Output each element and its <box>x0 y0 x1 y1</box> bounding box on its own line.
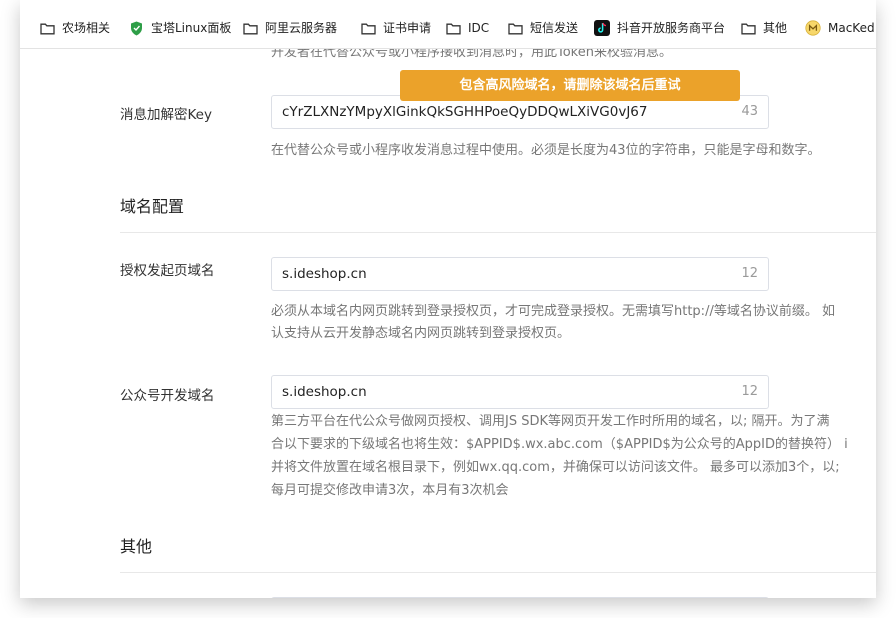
bookmark-idc[interactable]: IDC <box>445 18 489 38</box>
bookmark-sms[interactable]: 短信发送 <box>507 18 578 38</box>
domain-section-title: 域名配置 <box>120 197 185 216</box>
bookmark-label: IDC <box>468 21 490 35</box>
shield-icon <box>128 20 144 36</box>
macked-icon <box>805 20 821 36</box>
error-toast: 包含高风险域名，请删除该域名后重试 <box>400 70 740 101</box>
section-divider <box>120 572 876 573</box>
char-count: 43 <box>741 104 758 119</box>
aes-key-description: 在代替公众号或小程序收发消息过程中使用。必须是长度为43位的字符串，只能是字母和… <box>271 143 821 158</box>
tiktok-icon <box>594 20 610 36</box>
bookmark-label: 抖音开放服务商平台 <box>617 21 726 35</box>
bookmark-douyin[interactable]: 抖音开放服务商平台 <box>594 18 725 38</box>
next-input-partial[interactable] <box>271 597 769 598</box>
bookmark-macked[interactable]: MacKed <box>805 18 875 38</box>
other-section-title: 其他 <box>120 537 153 556</box>
auth-domain-description-line: 必须从本域名内网页跳转到登录授权页，才可完成登录授权。无需填写http://等域… <box>271 304 835 319</box>
auth-domain-label: 授权发起页域名 <box>120 263 215 279</box>
mp-domain-value: s.ideshop.cn <box>282 384 367 400</box>
mp-domain-description-line: 合以下要求的下级域名也将生效：$APPID$.wx.abc.com（$APPID… <box>271 437 848 452</box>
folder-icon <box>39 20 55 36</box>
auth-domain-value: s.ideshop.cn <box>282 266 367 282</box>
char-count: 12 <box>741 266 758 281</box>
bookmark-farm[interactable]: 农场相关 <box>39 18 110 38</box>
mp-domain-input[interactable]: s.ideshop.cn 12 <box>271 375 769 409</box>
section-divider <box>120 232 876 233</box>
bookmark-aliyun[interactable]: 阿里云服务器 <box>242 18 337 38</box>
folder-icon <box>507 20 523 36</box>
folder-icon <box>740 20 756 36</box>
bookmarks-bar: 农场相关 宝塔Linux面板 阿里云服务器 证书申请 IDC 短信发送 抖音开放… <box>20 0 876 49</box>
folder-icon <box>445 20 461 36</box>
bookmark-label: 证书申请 <box>383 21 432 35</box>
bookmark-label: 宝塔Linux面板 <box>151 21 232 35</box>
mp-domain-description-line: 并将文件放置在域名根目录下，例如wx.qq.com，并确保可以访问该文件。 最多… <box>271 460 840 475</box>
bookmark-label: 阿里云服务器 <box>265 21 338 35</box>
bookmark-label: 短信发送 <box>530 21 579 35</box>
folder-icon <box>360 20 376 36</box>
bookmark-label: MacKed <box>828 21 875 35</box>
bookmark-label: 其他 <box>763 21 788 35</box>
mp-domain-label: 公众号开发域名 <box>120 388 215 404</box>
bookmark-cert[interactable]: 证书申请 <box>360 18 431 38</box>
browser-window: 农场相关 宝塔Linux面板 阿里云服务器 证书申请 IDC 短信发送 抖音开放… <box>20 0 876 598</box>
char-count: 12 <box>741 384 758 399</box>
bookmark-baota[interactable]: 宝塔Linux面板 <box>128 18 231 38</box>
mp-domain-description-line: 第三方平台在代公众号做网页授权、调用JS SDK等网页开发工作时所用的域名，以;… <box>271 414 830 429</box>
bookmark-other[interactable]: 其他 <box>740 18 787 38</box>
aes-key-label: 消息加解密Key <box>120 107 212 123</box>
folder-icon <box>242 20 258 36</box>
bookmark-label: 农场相关 <box>62 21 111 35</box>
auth-domain-description-line: 认支持从云开发静态域名内网页跳转到登录授权页。 <box>271 326 571 341</box>
mp-domain-description-line: 每月可提交修改申请3次，本月有3次机会 <box>271 483 509 498</box>
auth-domain-input[interactable]: s.ideshop.cn 12 <box>271 257 769 291</box>
